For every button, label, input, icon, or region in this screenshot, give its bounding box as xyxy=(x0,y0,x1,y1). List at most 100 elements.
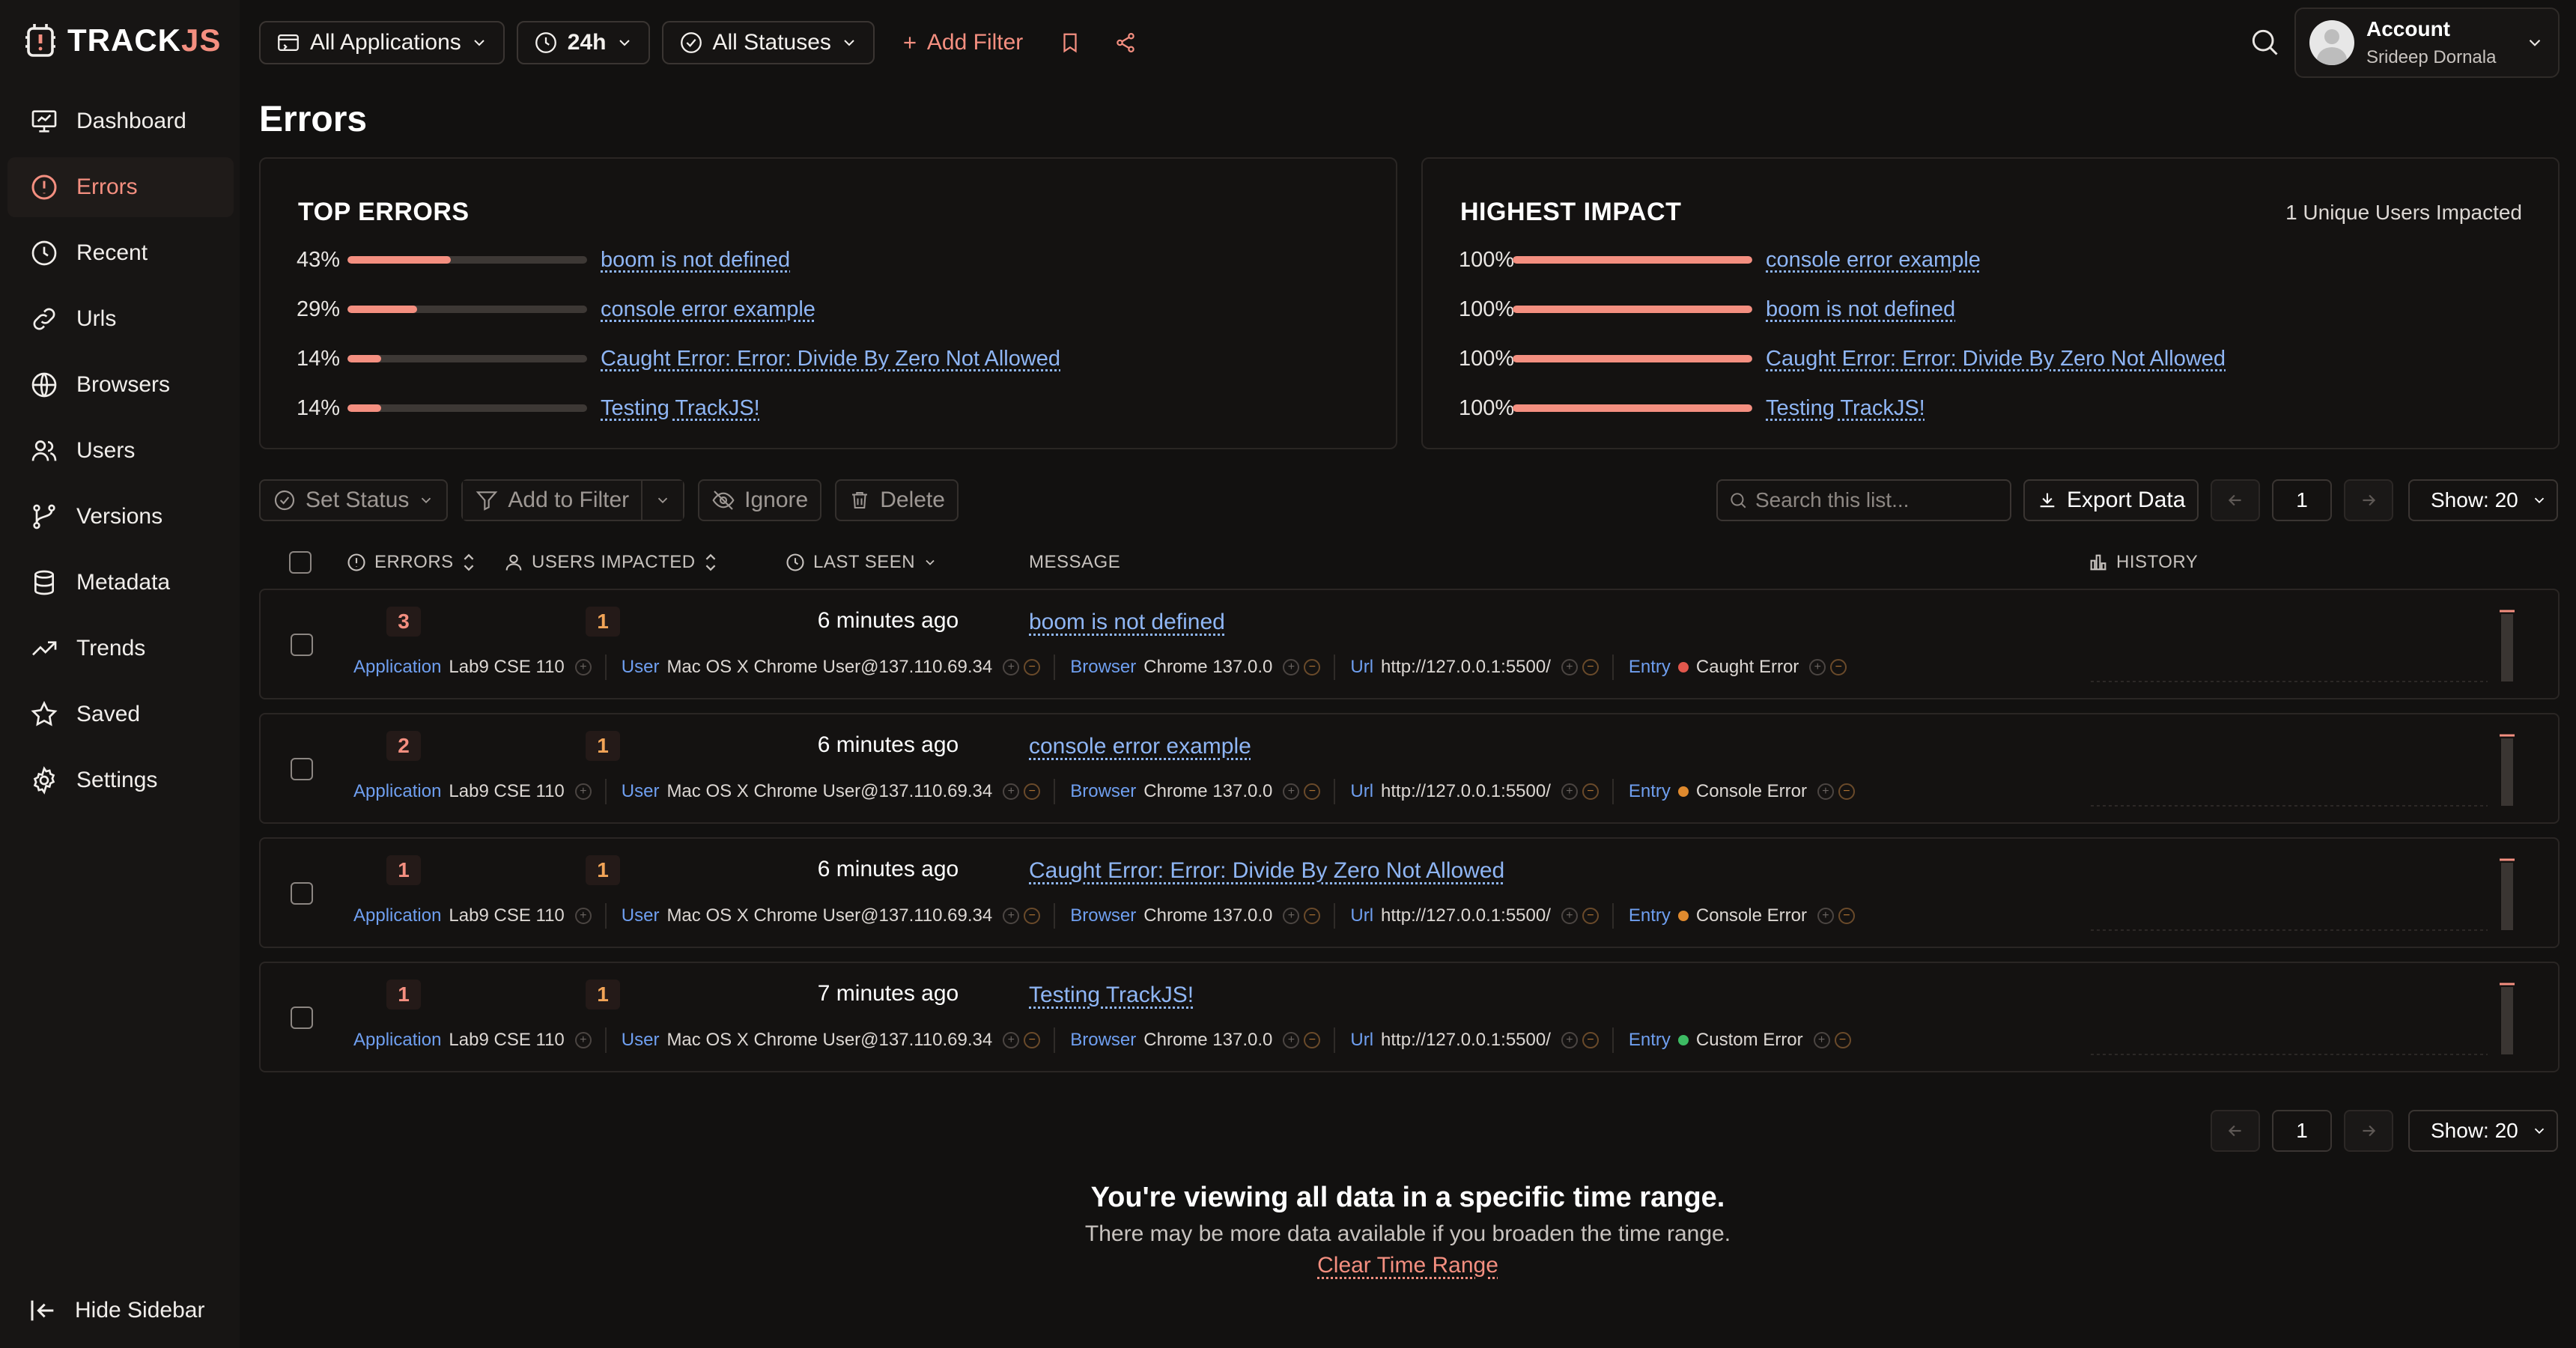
exclude-filter-icon[interactable]: − xyxy=(1304,659,1321,675)
include-filter-icon[interactable]: + xyxy=(1561,659,1578,675)
exclude-filter-icon[interactable]: − xyxy=(1838,783,1855,800)
include-filter-icon[interactable]: + xyxy=(1561,783,1578,800)
add-to-filter-dropdown[interactable] xyxy=(643,481,684,520)
sidebar-item-trends[interactable]: Trends xyxy=(7,619,234,678)
clear-time-range-link[interactable]: Clear Time Range xyxy=(1317,1253,1498,1278)
exclude-filter-icon[interactable]: − xyxy=(1304,908,1321,924)
exclude-filter-icon[interactable]: − xyxy=(1024,1032,1041,1048)
add-to-filter-button[interactable]: Add to Filter xyxy=(463,481,642,520)
include-filter-icon[interactable]: + xyxy=(1561,908,1578,924)
sidebar-item-versions[interactable]: Versions xyxy=(7,487,234,547)
impact-link[interactable]: Caught Error: Error: Divide By Zero Not … xyxy=(1766,347,2226,371)
row-checkbox[interactable] xyxy=(291,634,313,656)
select-all-checkbox[interactable] xyxy=(289,551,312,574)
include-filter-icon[interactable]: + xyxy=(574,659,592,675)
include-filter-icon[interactable]: + xyxy=(1817,783,1834,800)
time-range-notice-title: You're viewing all data in a specific ti… xyxy=(1090,1182,1725,1213)
exclude-filter-icon[interactable]: − xyxy=(1582,659,1599,675)
delete-button[interactable]: Delete xyxy=(835,479,959,521)
error-row[interactable]: 3 1 6 minutes ago boom is not defined Ap… xyxy=(259,589,2560,699)
sidebar-item-settings[interactable]: Settings xyxy=(7,750,234,810)
page-number[interactable]: 1 xyxy=(2272,479,2332,521)
include-filter-icon[interactable]: + xyxy=(1813,1032,1830,1048)
search-input[interactable] xyxy=(1755,488,1995,512)
row-checkbox[interactable] xyxy=(291,882,313,905)
include-filter-icon[interactable]: + xyxy=(1817,908,1834,924)
impact-link[interactable]: boom is not defined xyxy=(1766,297,1955,322)
share-button[interactable] xyxy=(1104,21,1147,64)
exclude-filter-icon[interactable]: − xyxy=(1834,1032,1851,1048)
include-filter-icon[interactable]: + xyxy=(574,908,592,924)
set-status-button[interactable]: Set Status xyxy=(259,479,449,521)
sidebar-item-metadata[interactable]: Metadata xyxy=(7,553,234,613)
include-filter-icon[interactable]: + xyxy=(1003,1032,1020,1048)
bookmark-button[interactable] xyxy=(1048,21,1092,64)
error-row[interactable]: 1 1 6 minutes ago Caught Error: Error: D… xyxy=(259,837,2560,948)
sidebar-item-urls[interactable]: Urls xyxy=(7,289,234,349)
page-number[interactable]: 1 xyxy=(2272,1110,2332,1152)
ignore-button[interactable]: Ignore xyxy=(698,479,822,521)
exclude-filter-icon[interactable]: − xyxy=(1024,783,1041,800)
include-filter-icon[interactable]: + xyxy=(1561,1032,1578,1048)
page-size-select[interactable]: Show: 20 xyxy=(2408,479,2558,521)
exclude-filter-icon[interactable]: − xyxy=(1024,908,1041,924)
trackjs-logo[interactable]: TRACKJS xyxy=(19,19,221,61)
include-filter-icon[interactable]: + xyxy=(1283,908,1300,924)
last-seen-column-header[interactable]: LAST SEEN xyxy=(785,539,938,586)
error-message-link[interactable]: Caught Error: Error: Divide By Zero Not … xyxy=(1029,858,1504,884)
row-checkbox[interactable] xyxy=(291,1007,313,1029)
next-page-button[interactable] xyxy=(2344,1110,2393,1152)
include-filter-icon[interactable]: + xyxy=(574,783,592,800)
error-row[interactable]: 1 1 7 minutes ago Testing TrackJS! Appli… xyxy=(259,962,2560,1072)
include-filter-icon[interactable]: + xyxy=(1283,1032,1300,1048)
export-data-button[interactable]: Export Data xyxy=(2023,479,2199,521)
time-range-dropdown[interactable]: 24h xyxy=(516,21,650,64)
exclude-filter-icon[interactable]: − xyxy=(1830,659,1847,675)
include-filter-icon[interactable]: + xyxy=(1283,783,1300,800)
top-error-link[interactable]: boom is not defined xyxy=(601,248,790,273)
include-filter-icon[interactable]: + xyxy=(1003,908,1020,924)
global-search-button[interactable] xyxy=(2244,21,2285,63)
include-filter-icon[interactable]: + xyxy=(1283,659,1300,675)
exclude-filter-icon[interactable]: − xyxy=(1838,908,1855,924)
exclude-filter-icon[interactable]: − xyxy=(1304,783,1321,800)
include-filter-icon[interactable]: + xyxy=(1003,659,1020,675)
include-filter-icon[interactable]: + xyxy=(1003,783,1020,800)
impact-link[interactable]: Testing TrackJS! xyxy=(1766,396,1925,421)
page-size-select[interactable]: Show: 20 xyxy=(2408,1110,2558,1152)
top-error-link[interactable]: Caught Error: Error: Divide By Zero Not … xyxy=(601,347,1060,371)
error-message-link[interactable]: Testing TrackJS! xyxy=(1029,983,1194,1008)
exclude-filter-icon[interactable]: − xyxy=(1582,783,1599,800)
include-filter-icon[interactable]: + xyxy=(574,1032,592,1048)
sidebar-item-errors[interactable]: Errors xyxy=(7,157,234,217)
prev-page-button[interactable] xyxy=(2211,1110,2260,1152)
error-message-link[interactable]: console error example xyxy=(1029,734,1251,759)
error-row[interactable]: 2 1 6 minutes ago console error example … xyxy=(259,713,2560,824)
sidebar-item-recent[interactable]: Recent xyxy=(7,223,234,283)
next-page-button[interactable] xyxy=(2344,479,2393,521)
errors-column-header[interactable]: ERRORS xyxy=(346,539,476,586)
exclude-filter-icon[interactable]: − xyxy=(1024,659,1041,675)
row-checkbox[interactable] xyxy=(291,758,313,780)
impact-link[interactable]: console error example xyxy=(1766,248,1981,273)
exclude-filter-icon[interactable]: − xyxy=(1582,908,1599,924)
sidebar-item-label: Saved xyxy=(76,702,141,726)
sidebar-item-browsers[interactable]: Browsers xyxy=(7,355,234,415)
users-column-header[interactable]: USERS IMPACTED xyxy=(503,539,718,586)
error-message-link[interactable]: boom is not defined xyxy=(1029,610,1225,635)
applications-dropdown[interactable]: All Applications xyxy=(259,21,505,64)
exclude-filter-icon[interactable]: − xyxy=(1582,1032,1599,1048)
prev-page-button[interactable] xyxy=(2211,479,2260,521)
exclude-filter-icon[interactable]: − xyxy=(1304,1032,1321,1048)
status-dropdown[interactable]: All Statuses xyxy=(661,21,875,64)
hide-sidebar-button[interactable]: Hide Sidebar xyxy=(28,1296,204,1326)
sidebar-item-label: Versions xyxy=(76,504,163,529)
include-filter-icon[interactable]: + xyxy=(1809,659,1826,675)
sidebar-item-dashboard[interactable]: Dashboard xyxy=(7,91,234,151)
sidebar-item-saved[interactable]: Saved xyxy=(7,684,234,744)
sidebar-item-users[interactable]: Users xyxy=(7,421,234,481)
top-error-link[interactable]: console error example xyxy=(601,297,815,322)
add-filter-button[interactable]: Add Filter xyxy=(887,30,1036,55)
account-menu[interactable]: Account Srideep Dornala xyxy=(2294,7,2560,78)
top-error-link[interactable]: Testing TrackJS! xyxy=(601,396,760,421)
